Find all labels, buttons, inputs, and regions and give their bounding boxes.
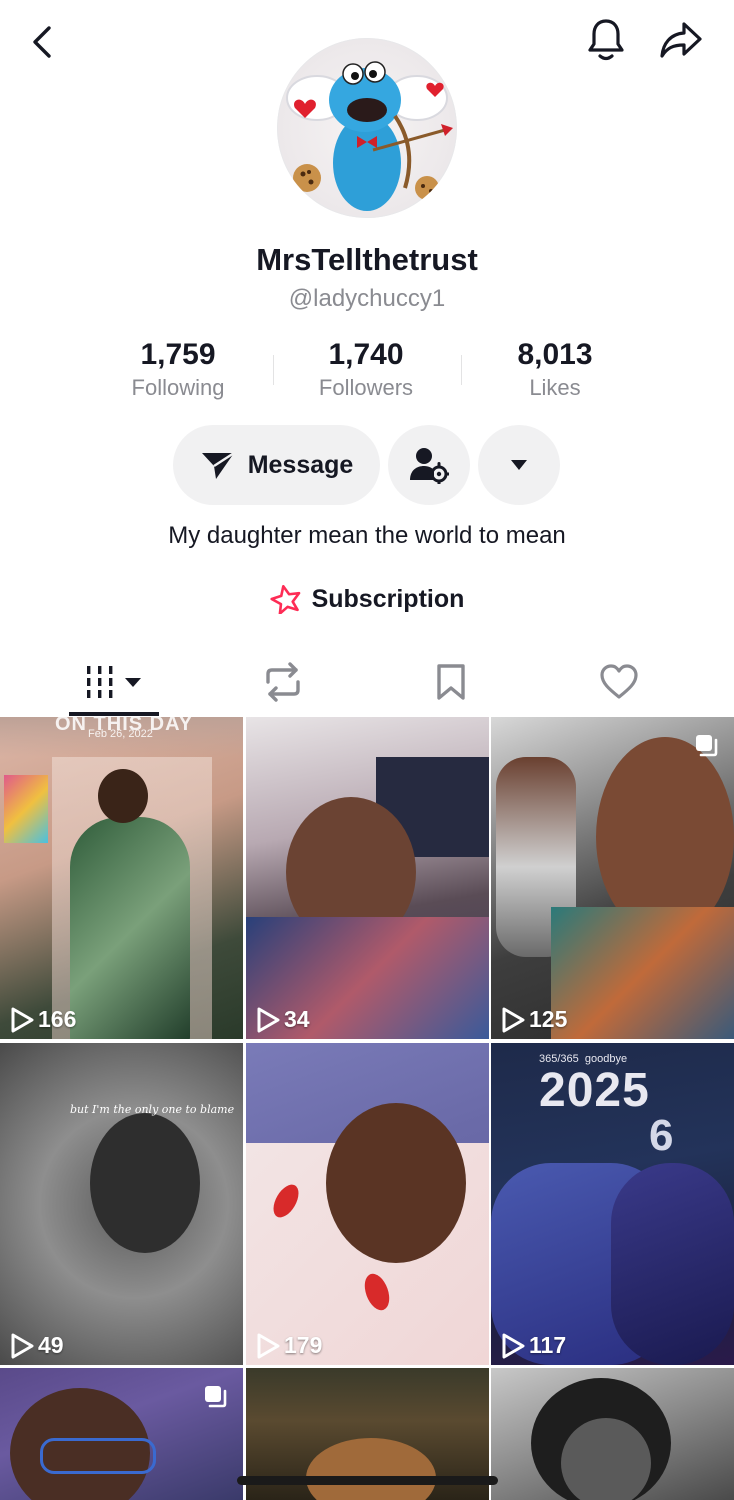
grid-bars-icon bbox=[85, 664, 145, 700]
video-thumbnail[interactable]: 34 bbox=[246, 717, 489, 1039]
heart-icon bbox=[599, 664, 639, 700]
share-button[interactable] bbox=[656, 16, 706, 64]
bio: My daughter mean the world to mean bbox=[168, 522, 566, 549]
display-name: MrsTellthetrust bbox=[256, 242, 478, 277]
stat-likes-value: 8,013 bbox=[517, 338, 593, 371]
send-icon bbox=[200, 449, 236, 481]
stat-following[interactable]: 1,759 Following bbox=[103, 338, 253, 402]
play-icon bbox=[256, 1333, 280, 1359]
message-label: Message bbox=[247, 450, 354, 479]
share-arrow-icon bbox=[659, 20, 703, 60]
notifications-button[interactable] bbox=[582, 16, 630, 64]
video-thumbnail[interactable]: but I'm the only one to blame 49 bbox=[0, 1043, 243, 1365]
more-options-button[interactable] bbox=[478, 425, 560, 505]
subscription-link[interactable]: Subscription bbox=[0, 584, 734, 614]
view-count: 34 bbox=[256, 1006, 310, 1033]
stat-following-value: 1,759 bbox=[140, 338, 216, 371]
play-icon bbox=[256, 1007, 280, 1033]
active-tab-indicator bbox=[69, 712, 159, 716]
view-count: 166 bbox=[10, 1006, 76, 1033]
avatar[interactable] bbox=[277, 38, 457, 218]
stat-following-label: Following bbox=[131, 375, 225, 400]
home-indicator[interactable] bbox=[237, 1476, 498, 1485]
video-thumbnail[interactable]: ON THIS DAY Feb 26, 2022 166 bbox=[0, 717, 243, 1039]
view-count: 117 bbox=[501, 1332, 566, 1359]
stat-divider bbox=[461, 355, 462, 385]
person-gear-icon bbox=[409, 446, 449, 484]
video-thumbnail[interactable]: 125 bbox=[491, 717, 734, 1039]
view-count: 49 bbox=[10, 1332, 64, 1359]
username: @ladychuccy1 bbox=[288, 285, 446, 312]
view-count: 125 bbox=[501, 1006, 567, 1033]
video-thumbnail[interactable]: 365/365 goodbye 2025 6 117 bbox=[491, 1043, 734, 1365]
year-caption-next: 6 bbox=[649, 1111, 674, 1160]
stat-likes-label: Likes bbox=[529, 375, 581, 400]
caret-down-icon bbox=[510, 459, 528, 471]
multi-photo-icon bbox=[203, 1384, 229, 1410]
tab-liked[interactable] bbox=[534, 650, 704, 714]
stat-followers-value: 1,740 bbox=[328, 338, 404, 371]
stat-likes[interactable]: 8,013 Likes bbox=[480, 338, 630, 402]
video-thumbnail[interactable] bbox=[0, 1368, 243, 1500]
bookmark-icon bbox=[436, 663, 466, 701]
add-friend-button[interactable] bbox=[388, 425, 470, 505]
back-button[interactable] bbox=[20, 20, 64, 64]
video-thumbnail[interactable]: 179 bbox=[246, 1043, 489, 1365]
multi-photo-icon bbox=[694, 733, 720, 759]
tab-saved[interactable] bbox=[366, 650, 536, 714]
bell-icon bbox=[586, 17, 626, 63]
play-icon bbox=[501, 1007, 525, 1033]
play-icon bbox=[10, 1333, 34, 1359]
message-button[interactable]: Message bbox=[173, 425, 380, 505]
chevron-left-icon bbox=[30, 25, 54, 59]
video-overlay-text: but I'm the only one to blame bbox=[70, 1103, 235, 1116]
stat-followers-label: Followers bbox=[318, 375, 414, 400]
repost-icon bbox=[262, 662, 304, 702]
tab-reposts[interactable] bbox=[198, 650, 368, 714]
year-caption: 2025 bbox=[539, 1064, 650, 1117]
stat-divider bbox=[273, 355, 274, 385]
view-count: 179 bbox=[256, 1332, 322, 1359]
star-icon bbox=[269, 584, 302, 614]
subscription-label: Subscription bbox=[311, 584, 465, 613]
tab-videos[interactable] bbox=[30, 650, 200, 714]
stat-followers[interactable]: 1,740 Followers bbox=[291, 338, 441, 402]
video-thumbnail[interactable] bbox=[491, 1368, 734, 1500]
date-overlay: Feb 26, 2022 bbox=[88, 728, 153, 740]
play-icon bbox=[501, 1333, 525, 1359]
play-icon bbox=[10, 1007, 34, 1033]
